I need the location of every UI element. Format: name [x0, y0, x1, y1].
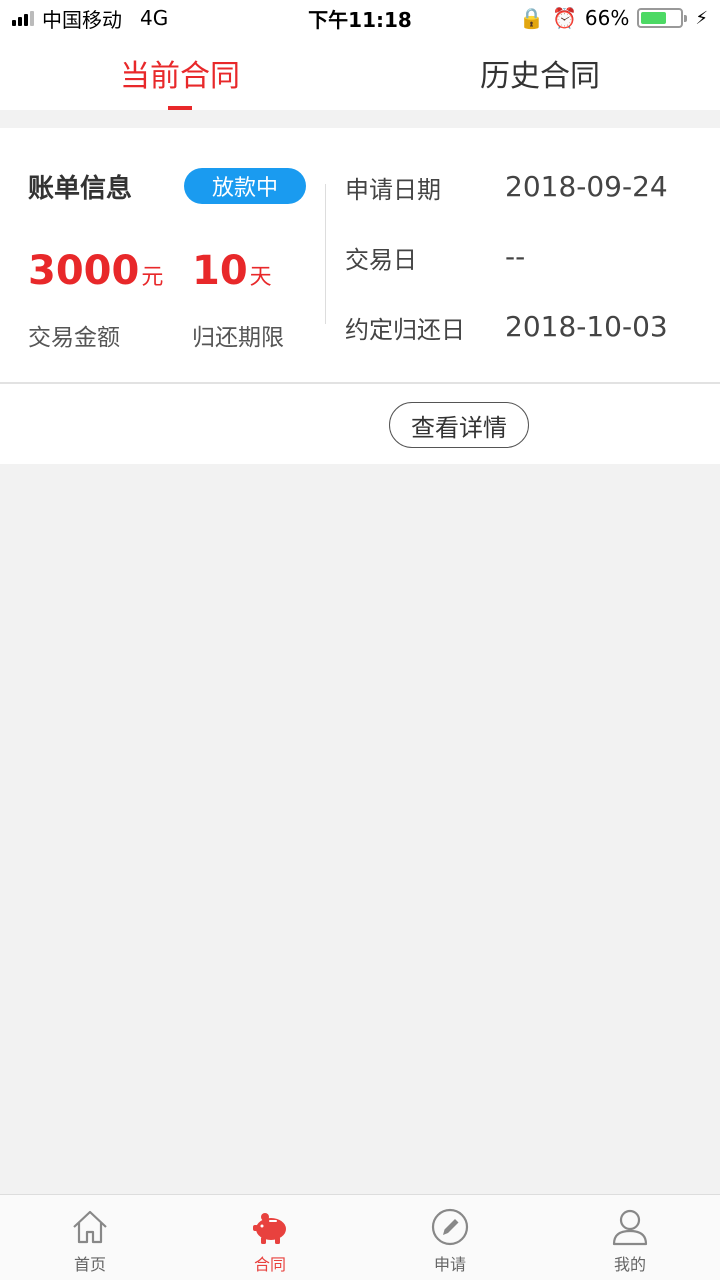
- trade-amount-value: 3000: [28, 248, 140, 294]
- nav-item-home[interactable]: 首页: [0, 1195, 180, 1280]
- charging-icon: ⚡: [695, 7, 708, 29]
- orientation-lock-icon: 🔒: [519, 6, 544, 30]
- alarm-icon: ⏰: [552, 6, 577, 30]
- trade-amount-label: 交易金额: [28, 325, 120, 351]
- view-details-button[interactable]: 查看详情: [389, 402, 529, 448]
- tab-history-contract[interactable]: 历史合同: [360, 36, 720, 110]
- vertical-divider: [325, 184, 326, 324]
- carrier-name: 中国移动: [42, 7, 122, 32]
- home-icon: [73, 1210, 107, 1244]
- contract-tabs: 当前合同 历史合同: [0, 36, 720, 110]
- nav-label-home: 首页: [73, 1255, 106, 1274]
- bottom-nav: 首页 合同 申请 我的: [0, 1194, 720, 1280]
- return-period-label: 归还期限: [192, 325, 284, 351]
- due-date-row: 约定归还日 2018-10-03: [345, 310, 668, 345]
- status-bar: 中国移动 4G 下午11:18 🔒 ⏰ 66% ⚡: [0, 0, 720, 36]
- nav-label-contract: 合同: [253, 1255, 286, 1274]
- bill-card: 账单信息 放款中 3000元 10天 交易金额 归还期限 申请日期 2018-0…: [0, 128, 720, 464]
- battery-percent: 66%: [584, 6, 630, 30]
- user-icon: [612, 1209, 648, 1246]
- apply-date-label: 申请日期: [345, 176, 441, 204]
- tab-current-contract[interactable]: 当前合同: [0, 36, 360, 110]
- nav-label-mine: 我的: [613, 1255, 646, 1274]
- apply-date-row: 申请日期 2018-09-24: [345, 170, 668, 205]
- status-badge: 放款中: [184, 168, 306, 204]
- signal-icon: [12, 10, 34, 26]
- apply-date-value: 2018-09-24: [505, 170, 668, 203]
- battery-icon: [637, 8, 688, 28]
- horizontal-divider: [0, 382, 720, 384]
- network-type: 4G: [140, 6, 169, 30]
- nav-item-contract[interactable]: 合同: [180, 1195, 360, 1280]
- return-period: 10天: [192, 248, 272, 294]
- pencil-icon: [431, 1208, 469, 1246]
- trade-amount: 3000元: [28, 248, 163, 294]
- nav-item-mine[interactable]: 我的: [540, 1195, 720, 1280]
- trade-date-value: --: [505, 240, 526, 273]
- nav-item-apply[interactable]: 申请: [360, 1195, 540, 1280]
- trade-date-label: 交易日: [345, 246, 417, 274]
- trade-amount-unit: 元: [141, 265, 164, 290]
- return-period-unit: 天: [249, 265, 272, 290]
- nav-label-apply: 申请: [433, 1255, 466, 1274]
- due-date-value: 2018-10-03: [505, 310, 668, 343]
- return-period-value: 10: [192, 248, 248, 294]
- trade-date-row: 交易日 --: [345, 240, 525, 275]
- due-date-label: 约定归还日: [345, 316, 465, 344]
- piggy-bank-icon: [253, 1213, 286, 1244]
- bill-title: 账单信息: [28, 174, 133, 204]
